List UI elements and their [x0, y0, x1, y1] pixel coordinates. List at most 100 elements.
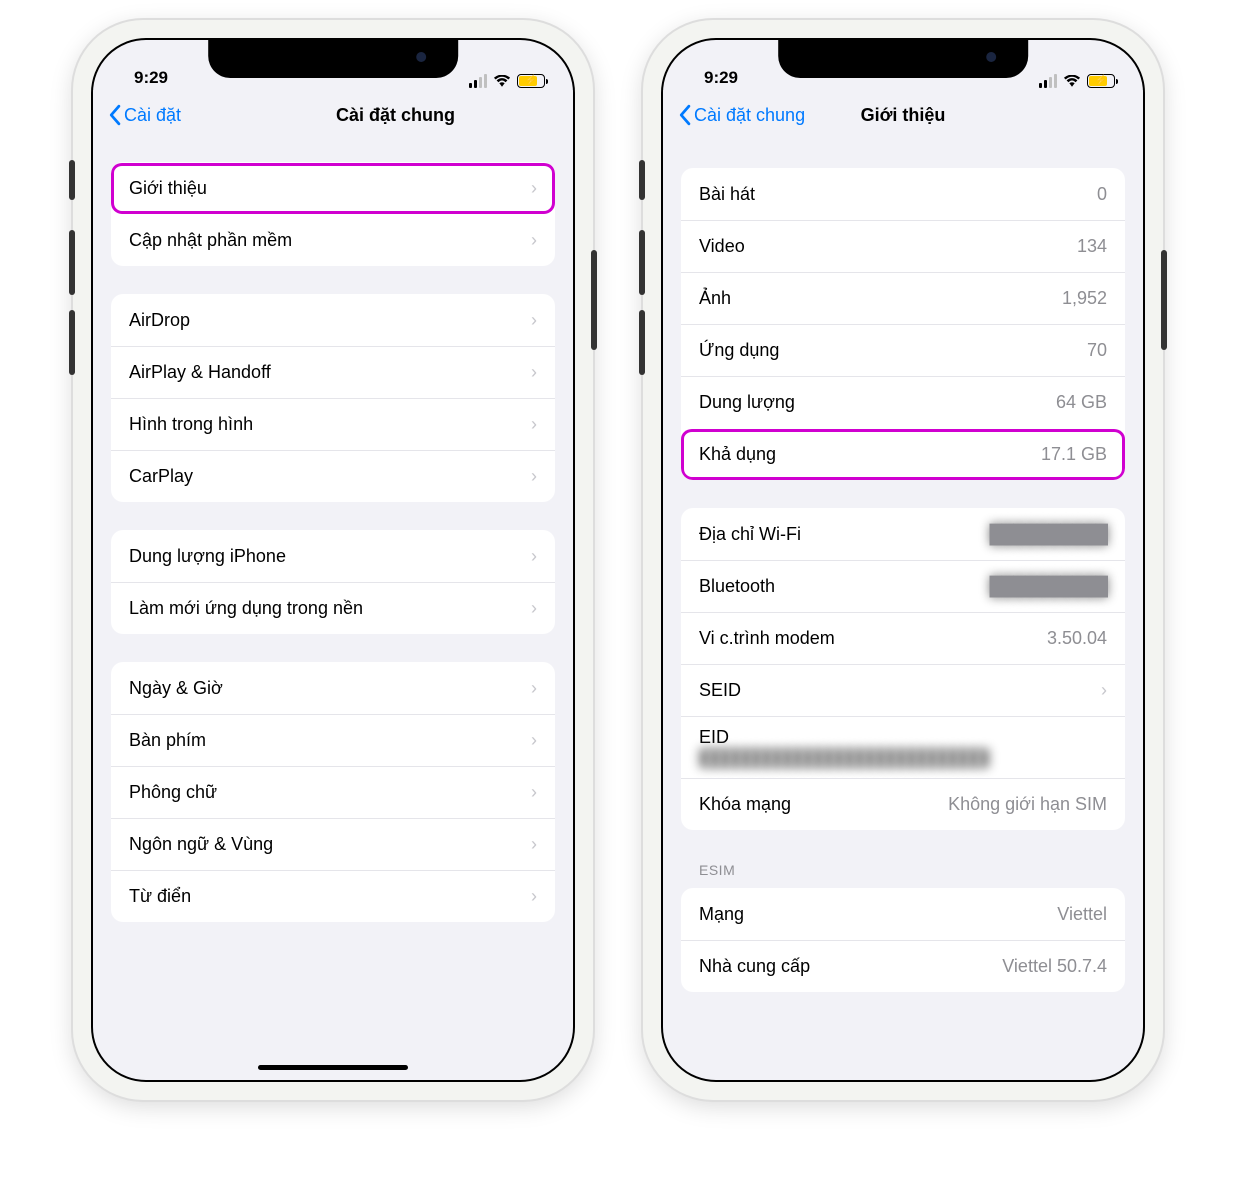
row-value: 3.50.04: [1047, 628, 1107, 649]
row-photos: Ảnh 1,952: [681, 272, 1125, 324]
row-value: 1,952: [1062, 288, 1107, 309]
row-airplay[interactable]: AirPlay & Handoff ›: [111, 346, 555, 398]
row-label: Bluetooth: [699, 576, 775, 597]
row-wifi-mac: Địa chỉ Wi-Fi██████████: [681, 508, 1125, 560]
row-datetime[interactable]: Ngày & Giờ›: [111, 662, 555, 714]
cellular-icon: [1039, 74, 1057, 88]
chevron-right-icon: ›: [531, 834, 537, 855]
cellular-icon: [469, 74, 487, 88]
row-label: Vi c.trình modem: [699, 628, 835, 649]
row-videos: Video 134: [681, 220, 1125, 272]
row-value: 134: [1077, 236, 1107, 257]
row-label: Hình trong hình: [129, 414, 253, 435]
row-label: Ứng dụng: [699, 340, 779, 361]
row-airdrop[interactable]: AirDrop ›: [111, 294, 555, 346]
page-title: Cài đặt chung: [336, 105, 455, 126]
back-button[interactable]: Cài đặt chung: [677, 104, 805, 126]
row-value-redacted: ██████████: [989, 524, 1107, 545]
row-label: SEID: [699, 680, 741, 701]
chevron-right-icon: ›: [531, 546, 537, 567]
page-title: Giới thiệu: [861, 105, 946, 126]
chevron-left-icon: [677, 104, 692, 126]
row-dictionary[interactable]: Từ điển ›: [111, 870, 555, 922]
row-value: 70: [1087, 340, 1107, 361]
row-label: Dung lượng iPhone: [129, 546, 286, 567]
status-time: 9:29: [121, 68, 181, 88]
row-about[interactable]: Giới thiệu ›: [111, 162, 555, 214]
settings-group-connectivity: AirDrop › AirPlay & Handoff › Hình trong h…: [111, 294, 555, 502]
about-group-network: Địa chỉ Wi-Fi██████████ Bluetooth ███████…: [681, 508, 1125, 830]
settings-group-locale: Ngày & Giờ› Bàn phím› Phông chữ› Ngôn ng…: [111, 662, 555, 922]
row-sim-lock: Khóa mạng Không giới hạn SIM: [681, 778, 1125, 830]
chevron-left-icon: [107, 104, 122, 126]
row-label: Ngôn ngữ & Vùng: [129, 834, 273, 855]
row-keyboard[interactable]: Bàn phím ›: [111, 714, 555, 766]
row-label: EID: [699, 727, 729, 748]
row-label: Từ điển: [129, 886, 191, 907]
chevron-right-icon: ›: [531, 178, 537, 199]
chevron-right-icon: ›: [531, 362, 537, 383]
row-label: Mạng: [699, 904, 744, 925]
row-value: Viettel 50.7.4: [1002, 956, 1107, 977]
row-network: Mạng Viettel: [681, 888, 1125, 940]
row-label: Ngày & Giờ: [129, 678, 223, 699]
row-value: 64 GB: [1056, 392, 1107, 413]
row-carplay[interactable]: CarPlay ›: [111, 450, 555, 502]
settings-content: Giới thiệu › Cập nhật phần mềm › AirDrop…: [93, 140, 573, 932]
row-label: AirDrop: [129, 310, 190, 331]
back-button[interactable]: Cài đặt: [107, 104, 181, 126]
row-iphone-storage[interactable]: Dung lượng iPhone ›: [111, 530, 555, 582]
row-language-region[interactable]: Ngôn ngữ & Vùng ›: [111, 818, 555, 870]
wifi-icon: [1063, 75, 1081, 88]
chevron-right-icon: ›: [531, 730, 537, 751]
row-value: Viettel: [1057, 904, 1107, 925]
row-songs: Bài hát0: [681, 168, 1125, 220]
notch: [208, 40, 458, 78]
chevron-right-icon: ›: [531, 466, 537, 487]
notch: [778, 40, 1028, 78]
row-label: Nhà cung cấp: [699, 956, 810, 977]
chevron-right-icon: ›: [531, 886, 537, 907]
row-eid: EID ████████████████████████████: [681, 716, 1125, 778]
row-capacity: Dung lượng64 GB: [681, 376, 1125, 428]
row-label: Giới thiệu: [129, 178, 207, 199]
row-label: Khả dụng: [699, 444, 776, 465]
row-label: Bàn phím: [129, 730, 206, 751]
back-label: Cài đặt chung: [694, 105, 805, 126]
row-seid[interactable]: SEID›: [681, 664, 1125, 716]
row-label: Video: [699, 236, 745, 257]
row-label: CarPlay: [129, 466, 193, 487]
home-indicator[interactable]: [258, 1065, 408, 1070]
row-label: Phông chữ: [129, 782, 217, 803]
row-label: Ảnh: [699, 288, 731, 309]
row-apps: Ứng dụng 70: [681, 324, 1125, 376]
settings-group-storage: Dung lượng iPhone › Làm mới ứng dụng tron…: [111, 530, 555, 634]
settings-group-about: Giới thiệu › Cập nhật phần mềm ›: [111, 162, 555, 266]
chevron-right-icon: ›: [531, 414, 537, 435]
battery-icon: ⚡: [1087, 74, 1115, 88]
chevron-right-icon: ›: [531, 230, 537, 251]
row-label: Làm mới ứng dụng trong nền: [129, 598, 363, 619]
back-label: Cài đặt: [124, 105, 181, 126]
status-time: 9:29: [691, 68, 751, 88]
row-software-update[interactable]: Cập nhật phần mềm ›: [111, 214, 555, 266]
row-background-refresh[interactable]: Làm mới ứng dụng trong nền ›: [111, 582, 555, 634]
phone-right: 9:29 ⚡ Cài đặt chung Giới thiệu Bài hát0…: [643, 20, 1163, 1100]
battery-icon: ⚡: [517, 74, 545, 88]
chevron-right-icon: ›: [531, 310, 537, 331]
row-fonts[interactable]: Phông chữ ›: [111, 766, 555, 818]
row-label: Cập nhật phần mềm: [129, 230, 292, 251]
chevron-right-icon: ›: [531, 598, 537, 619]
phone-left: 9:29 ⚡ Cài đặt Cài đặt chung Giới thiệu …: [73, 20, 593, 1100]
row-value-redacted: ██████████: [989, 576, 1107, 597]
row-label: Khóa mạng: [699, 794, 791, 815]
chevron-right-icon: ›: [531, 782, 537, 803]
row-label: AirPlay & Handoff: [129, 362, 271, 383]
about-group-esim: Mạng Viettel Nhà cung cấp Viettel 50.7.4: [681, 888, 1125, 992]
navigation-bar: Cài đặt chung Giới thiệu: [663, 90, 1143, 140]
row-available: Khả dụng17.1 GB: [681, 428, 1125, 480]
navigation-bar: Cài đặt Cài đặt chung: [93, 90, 573, 140]
row-bluetooth-mac: Bluetooth ██████████: [681, 560, 1125, 612]
row-pip[interactable]: Hình trong hình ›: [111, 398, 555, 450]
row-value: Không giới hạn SIM: [948, 794, 1107, 815]
